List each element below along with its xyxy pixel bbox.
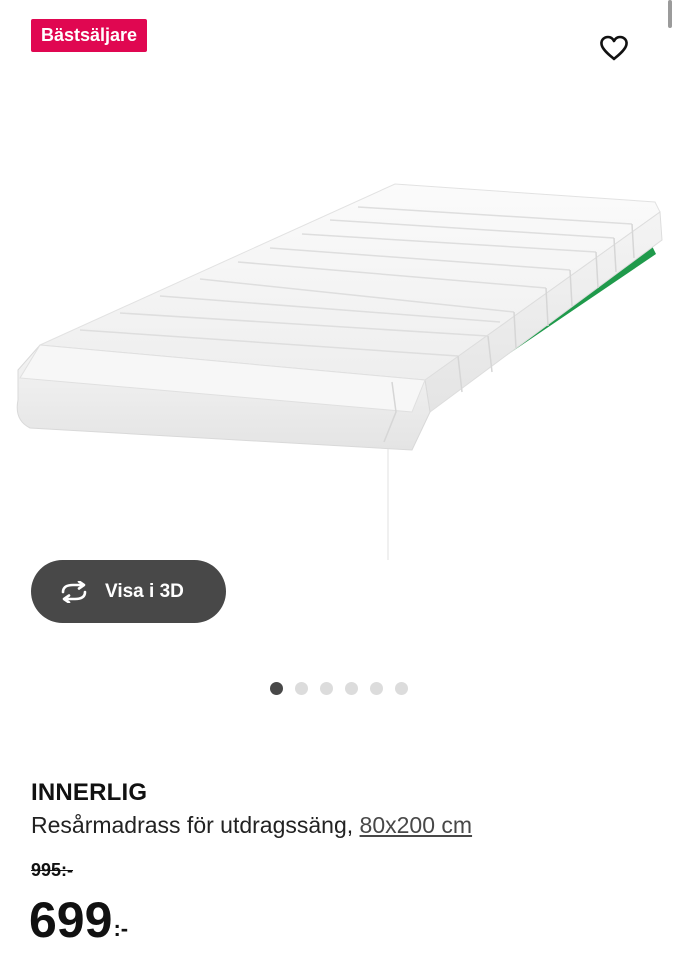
product-name: INNERLIG — [31, 779, 148, 806]
product-page: Bästsäljare Visa i 3D INNERLIG Resårmadr… — [0, 0, 678, 960]
heart-icon — [599, 35, 629, 66]
favorite-button[interactable] — [596, 33, 632, 67]
carousel-dot-6[interactable] — [395, 682, 408, 695]
product-description: Resårmadrass för utdragssäng, 80x200 cm — [31, 812, 472, 839]
carousel-dot-2[interactable] — [295, 682, 308, 695]
carousel-dot-4[interactable] — [345, 682, 358, 695]
carousel-dot-1[interactable] — [270, 682, 283, 695]
view-in-3d-button[interactable]: Visa i 3D — [31, 560, 226, 623]
rotate-3d-icon — [57, 580, 93, 604]
view-in-3d-label: Visa i 3D — [105, 580, 184, 602]
current-price: 699 :- — [29, 890, 128, 950]
price-integer: 699 — [29, 892, 113, 948]
old-price: 995:- — [31, 860, 74, 880]
price-suffix: :- — [113, 916, 129, 941]
size-link[interactable]: 80x200 cm — [360, 812, 473, 838]
carousel-dot-5[interactable] — [370, 682, 383, 695]
bestseller-badge: Bästsäljare — [31, 19, 148, 52]
product-image[interactable] — [0, 150, 678, 570]
carousel-dot-3[interactable] — [320, 682, 333, 695]
carousel-dots — [270, 682, 408, 695]
scroll-indicator[interactable] — [668, 0, 672, 28]
product-description-text: Resårmadrass för utdragssäng, — [31, 812, 354, 838]
